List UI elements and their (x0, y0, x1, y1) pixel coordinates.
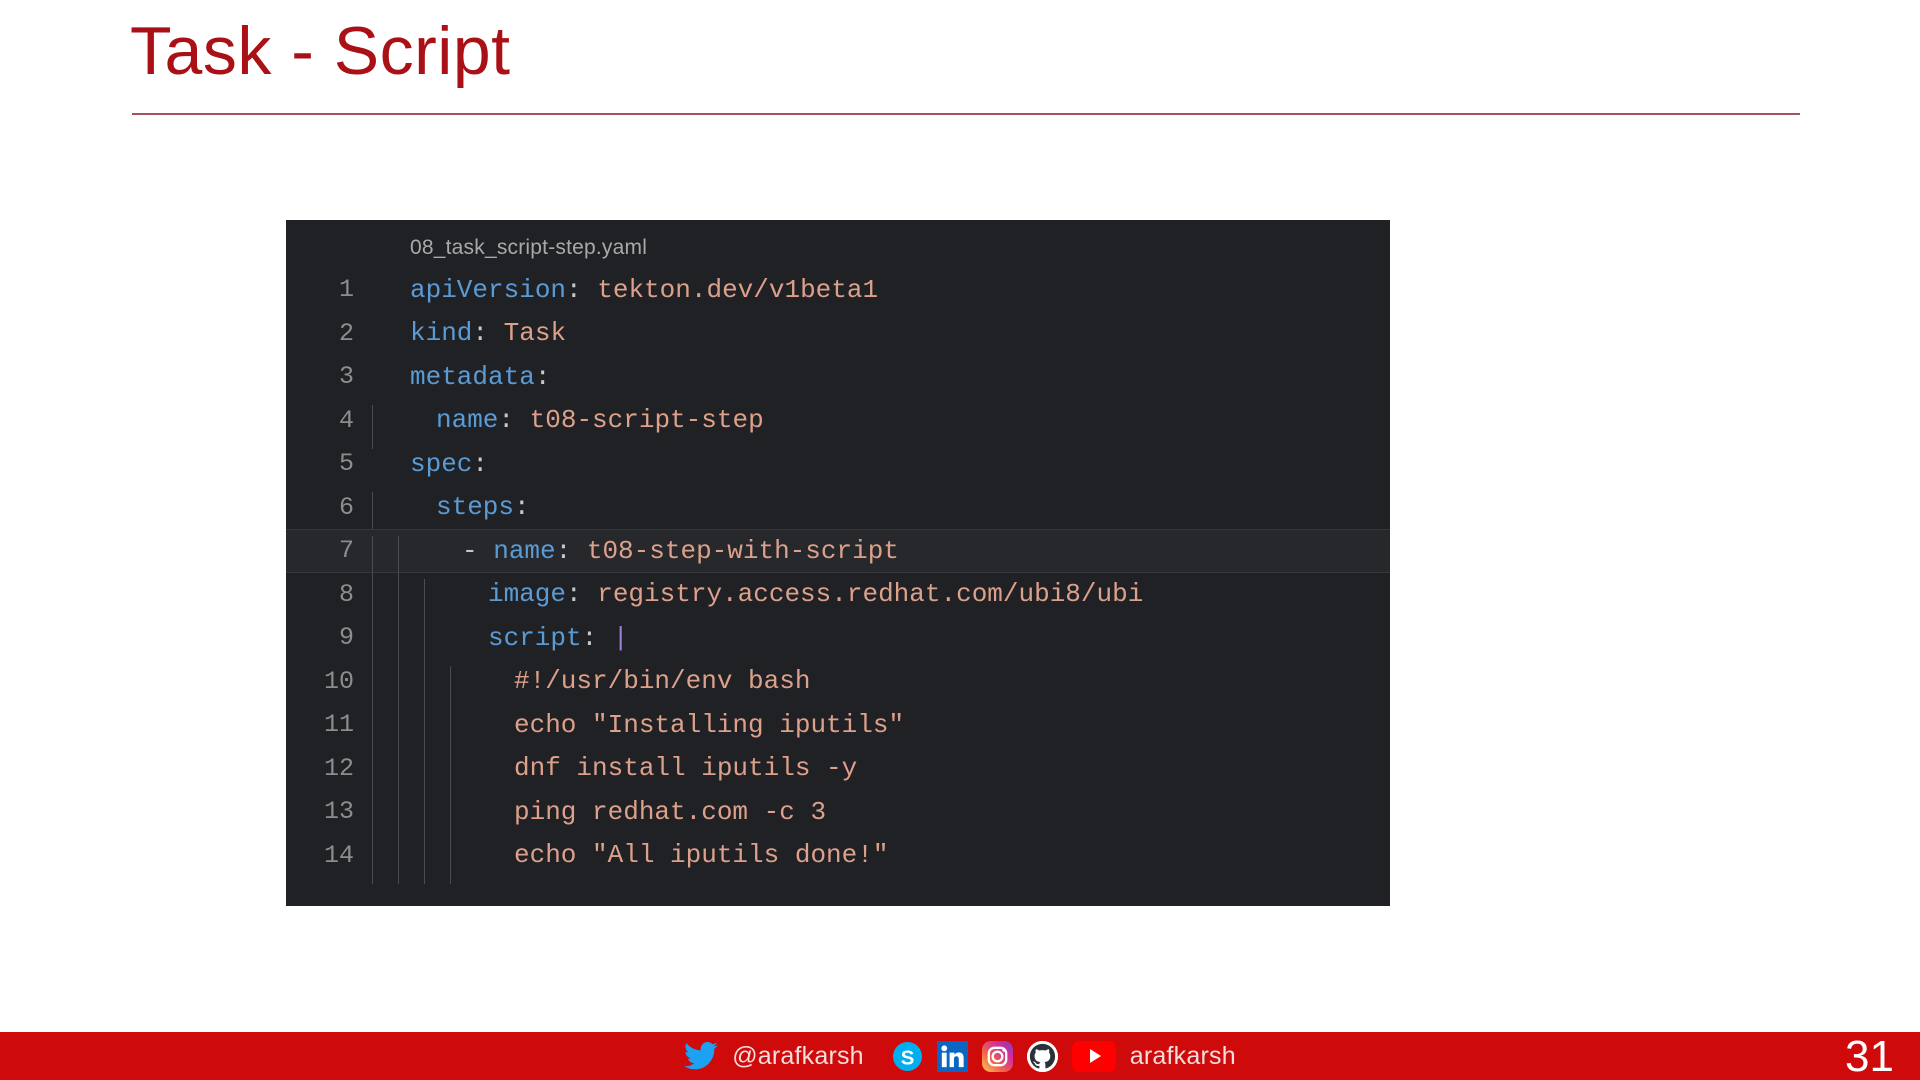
yaml-key: name (493, 535, 556, 566)
code-line: 12 dnf install iputils -y (286, 747, 1390, 797)
page-number: 31 (1845, 1032, 1894, 1080)
yaml-value: t08-step-with-script (571, 535, 899, 566)
indent-guide (424, 840, 425, 884)
linkedin-icon[interactable] (936, 1040, 968, 1072)
page-title: Task - Script (130, 13, 511, 89)
code-line: 14 echo "All iputils done!" (286, 834, 1390, 884)
skype-icon[interactable]: S (892, 1041, 923, 1072)
line-content: - name: t08-step-with-script (372, 535, 899, 580)
yaml-colon: : (472, 318, 489, 349)
github-icon[interactable] (1026, 1040, 1058, 1072)
line-number: 2 (338, 318, 354, 348)
instagram-icon[interactable] (981, 1040, 1013, 1072)
line-content: echo "All iputils done!" (372, 840, 889, 884)
line-content: #!/usr/bin/env bash (372, 666, 811, 710)
line-content: steps: (372, 492, 530, 536)
yaml-dash: - (462, 535, 494, 566)
line-content: kind: Task (372, 318, 566, 348)
yaml-value: echo "Installing iputils" (514, 709, 905, 740)
twitter-icon[interactable] (684, 1042, 718, 1070)
line-number: 11 (323, 710, 354, 740)
line-number: 12 (323, 753, 354, 783)
yaml-value: Task (488, 318, 567, 349)
yaml-key: metadata (410, 361, 535, 392)
line-content: spec: (372, 449, 488, 479)
line-number: 4 (338, 405, 354, 435)
code-line: 9 script: | (286, 616, 1390, 667)
line-number: 9 (338, 623, 354, 653)
code-line: 1 apiVersion: tekton.dev/v1beta1 (286, 268, 1390, 312)
yaml-key: script (488, 622, 582, 653)
line-number: 3 (338, 362, 354, 392)
twitter-handle: @arafkarsh (732, 1041, 864, 1070)
title-underline (132, 113, 1800, 115)
yaml-block-scalar-pipe: | (597, 622, 629, 653)
code-line: 5 spec: (286, 442, 1390, 486)
yaml-colon: : (555, 535, 572, 566)
yaml-key: apiVersion (410, 274, 567, 305)
line-number: 8 (338, 579, 354, 609)
line-content: image: registry.access.redhat.com/ubi8/u… (372, 579, 1144, 623)
yaml-colon: : (534, 361, 551, 392)
yaml-colon: : (472, 448, 489, 479)
footer-bar: @arafkarsh S arafkarsh 31 (0, 1032, 1920, 1080)
yaml-colon: : (514, 492, 530, 523)
yaml-key: kind (410, 318, 473, 349)
code-line: 7 - name: t08-step-with-script (286, 529, 1390, 580)
yaml-value: registry.access.redhat.com/ubi8/ubi (581, 579, 1144, 610)
line-number: 13 (323, 797, 354, 827)
code-line: 10 #!/usr/bin/env bash (286, 660, 1390, 710)
line-content: script: | (372, 622, 629, 667)
code-filename: 08_task_script-step.yaml (410, 236, 648, 259)
indent-guide (398, 840, 399, 884)
code-line-list: 1 apiVersion: tekton.dev/v1beta1 2 kind: Ta… (286, 268, 1390, 884)
yaml-colon: : (581, 622, 598, 653)
svg-text:S: S (901, 1047, 915, 1069)
yaml-value: ping redhat.com -c 3 (514, 796, 827, 827)
yaml-value: #!/usr/bin/env bash (514, 666, 811, 697)
code-line: 3 metadata: (286, 355, 1390, 399)
youtube-channel-label: arafkarsh (1129, 1041, 1236, 1070)
code-block: 08_task_script-step.yaml 1 apiVersion: te… (286, 220, 1390, 906)
yaml-key: steps (436, 492, 515, 523)
line-number: 6 (338, 492, 354, 522)
line-number: 10 (323, 666, 354, 696)
line-content: name: t08-script-step (372, 405, 764, 449)
code-line: 4 name: t08-script-step (286, 399, 1390, 449)
yaml-key: image (488, 579, 567, 610)
yaml-key: name (436, 405, 499, 436)
slide: Task - Script 08_task_script-step.yaml 1… (0, 0, 1920, 1080)
code-line: 6 steps: (286, 486, 1390, 536)
line-number: 5 (338, 449, 354, 479)
yaml-colon: : (498, 405, 515, 436)
line-content: apiVersion: tekton.dev/v1beta1 (372, 275, 878, 305)
yaml-value: tekton.dev/v1beta1 (581, 274, 879, 305)
line-content: echo "Installing iputils" (372, 709, 905, 754)
line-number: 14 (323, 840, 354, 870)
line-content: dnf install iputils -y (372, 753, 858, 797)
line-number: 7 (338, 536, 354, 566)
line-content: ping redhat.com -c 3 (372, 796, 827, 841)
youtube-icon[interactable] (1071, 1040, 1116, 1072)
code-line: 11 echo "Installing iputils" (286, 703, 1390, 754)
yaml-colon: : (566, 274, 582, 305)
indent-guide (450, 840, 451, 884)
indent-guide (372, 840, 373, 884)
yaml-value: dnf install iputils -y (514, 753, 858, 784)
yaml-value: t08-script-step (514, 405, 764, 436)
yaml-key: spec (410, 448, 473, 479)
line-number: 1 (338, 275, 354, 305)
code-line: 13 ping redhat.com -c 3 (286, 790, 1390, 841)
code-line: 2 kind: Task (286, 312, 1390, 356)
code-line: 8 image: registry.access.redhat.com/ubi8/… (286, 573, 1390, 623)
line-content: metadata: (372, 362, 550, 392)
yaml-value: echo "All iputils done!" (514, 840, 889, 871)
yaml-colon: : (566, 579, 582, 610)
